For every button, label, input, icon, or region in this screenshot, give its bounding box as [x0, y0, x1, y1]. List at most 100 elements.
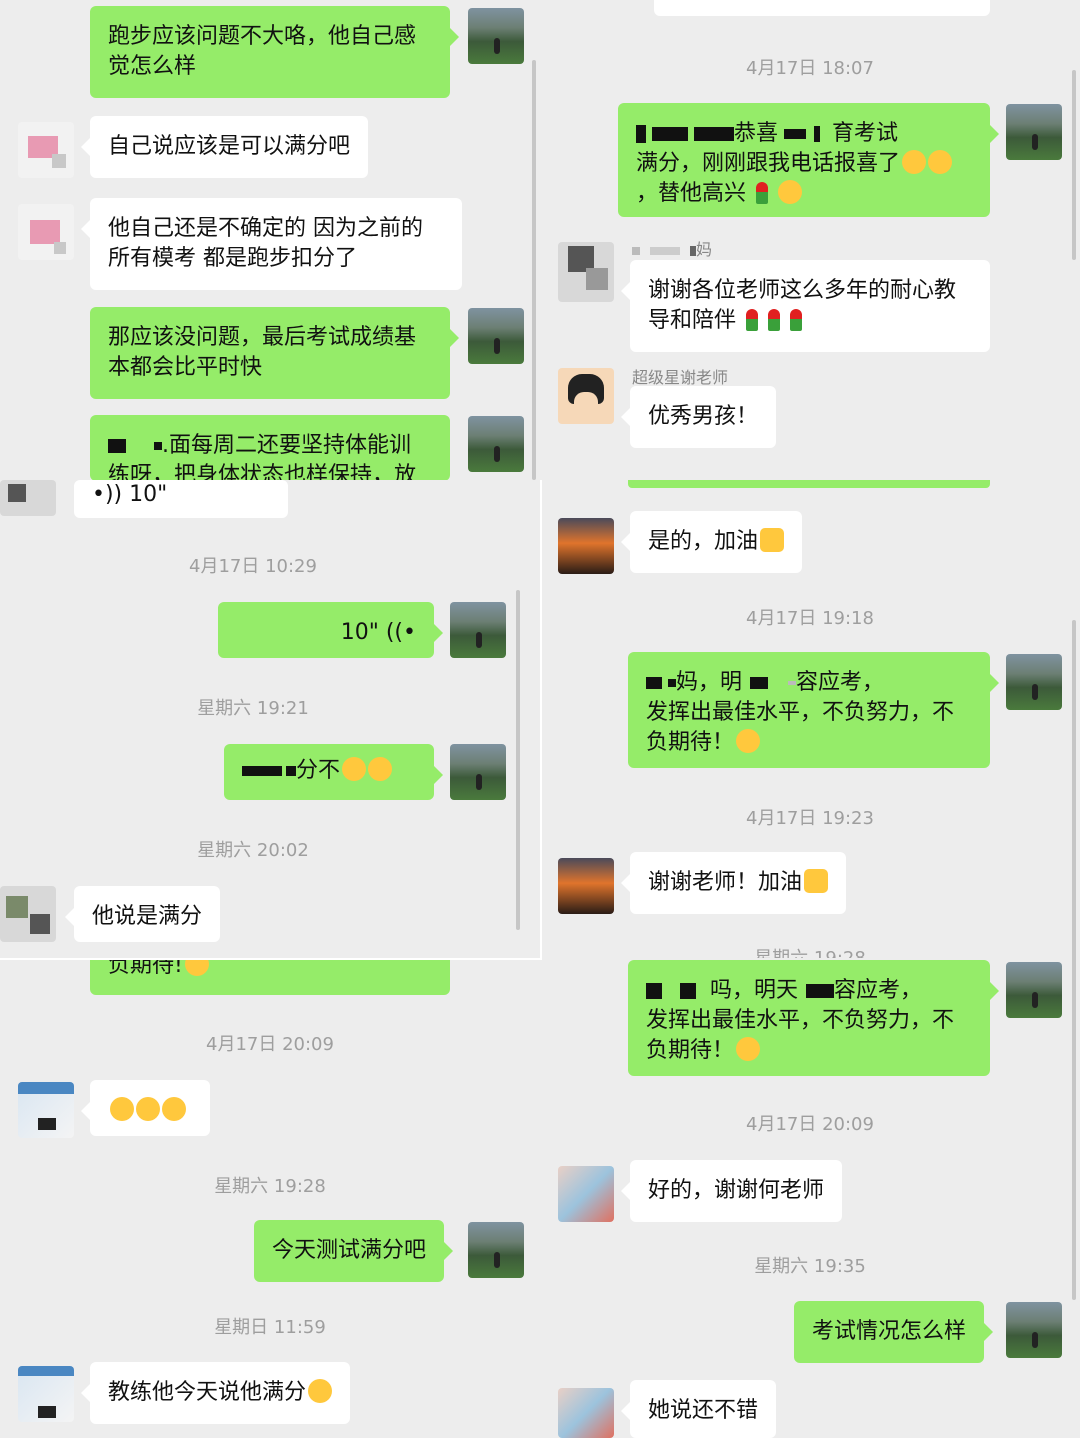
voice-duration: 10" — [129, 482, 168, 507]
avatar-contact[interactable] — [558, 242, 614, 302]
message-bubble[interactable]: 分不 — [224, 744, 443, 800]
message-bubble[interactable]: 吗，明天 容应考， 发挥出最佳水平，不负努力，不负期待！ — [628, 960, 999, 1076]
emoji-icon — [342, 757, 367, 781]
avatar-contact[interactable] — [558, 858, 614, 914]
avatar-self[interactable] — [1006, 1302, 1062, 1358]
message-text: 她说还不错 — [648, 1398, 759, 1423]
redaction-block — [680, 983, 696, 999]
message-bubble[interactable] — [81, 1080, 210, 1136]
message-bubble[interactable]: 是的，加油 — [620, 511, 803, 573]
message-text: 考试情况怎么样 — [812, 1319, 967, 1344]
message-bubble[interactable]: 好的，谢谢何老师 — [620, 1160, 843, 1222]
message-text: 分不 — [296, 758, 341, 783]
redaction-block — [806, 984, 835, 998]
message-bubble[interactable]: 谢谢各位老师这么多年的耐心教导和陪伴 — [621, 260, 990, 352]
avatar-contact[interactable] — [0, 886, 56, 942]
message-bubble[interactable]: 跑步应该问题不大咯，他自己感觉怎么样 — [90, 6, 459, 98]
sender-name: 超级星谢老师 — [632, 368, 729, 387]
emoji-icon — [110, 1097, 134, 1121]
avatar-contact[interactable] — [18, 122, 74, 178]
redaction-block — [694, 127, 734, 141]
avatar-contact[interactable] — [18, 204, 74, 260]
timestamp: 4月17日 20:09 — [746, 1114, 874, 1135]
message-bubble[interactable]: 妈，明 容应考， 发挥出最佳水平，不负努力，不负期待！ — [628, 652, 999, 768]
emoji-icon — [902, 150, 927, 174]
message-bubble[interactable]: 她说还不错 — [620, 1380, 777, 1438]
message-text: 跑步应该问题不大咯，他自己感觉怎么样 — [108, 24, 417, 79]
redaction-block — [650, 246, 680, 255]
avatar-self[interactable] — [1006, 962, 1062, 1018]
message-bubble-partial — [654, 0, 990, 16]
avatar-self[interactable] — [450, 744, 506, 800]
voice-message[interactable]: 10" ((• — [218, 602, 443, 658]
message-bubble[interactable]: 优秀男孩！ — [620, 386, 777, 448]
timestamp: 4月17日 19:18 — [746, 608, 874, 629]
message-bubble[interactable]: 教练他今天说他满分 — [80, 1362, 351, 1424]
message-bubble[interactable]: 他自己还是不确定的 因为之前的所有模考 都是跑步扣分了 — [81, 198, 462, 290]
message-text: 容应考， — [796, 670, 885, 695]
timestamp: 4月17日 18:07 — [746, 58, 874, 79]
avatar-self[interactable] — [1006, 104, 1062, 160]
emoji-icon — [162, 1097, 186, 1121]
rose-icon — [756, 182, 769, 204]
timestamp: 星期六 19:35 — [754, 1256, 866, 1277]
scrollbar[interactable] — [1072, 70, 1076, 260]
emoji-icon — [928, 150, 953, 174]
message-text: 今天测试满分吧 — [272, 1238, 427, 1263]
avatar-contact[interactable] — [18, 1082, 74, 1138]
redaction-block — [668, 679, 676, 687]
rose-icon — [746, 309, 759, 331]
emoji-icon — [308, 1379, 333, 1403]
redaction-block — [242, 766, 282, 776]
fist-icon — [804, 869, 829, 893]
avatar-contact[interactable] — [18, 1366, 74, 1422]
avatar-self[interactable] — [468, 1222, 524, 1278]
divider — [628, 480, 990, 488]
sound-wave-icon: •)) — [92, 482, 123, 507]
message-text: 是的，加油 — [648, 529, 759, 554]
timestamp: 星期六 19:28 — [214, 1176, 326, 1197]
avatar-self[interactable] — [468, 308, 524, 364]
scrollbar[interactable] — [516, 590, 520, 930]
avatar-contact[interactable] — [558, 518, 614, 574]
scrollbar[interactable] — [532, 60, 536, 480]
redaction-block — [814, 126, 821, 142]
message-text: 吗，明天 — [710, 978, 799, 1003]
emoji-icon — [736, 729, 761, 753]
avatar-self[interactable] — [468, 416, 524, 472]
message-bubble[interactable]: 谢谢老师！加油 — [620, 852, 847, 914]
message-bubble[interactable]: 今天测试满分吧 — [254, 1220, 454, 1282]
message-bubble[interactable]: 他说是满分 — [64, 886, 221, 942]
avatar-self[interactable] — [468, 8, 524, 64]
redaction-block — [788, 681, 797, 685]
message-bubble[interactable]: 考试情况怎么样 — [794, 1301, 994, 1363]
message-bubble[interactable]: .面每周二还要坚持体能训练呀，把身体状态也样保持，放 — [90, 415, 450, 481]
redaction-block — [750, 677, 769, 689]
message-text: 满分，刚刚跟我电话报喜了 — [636, 151, 901, 176]
avatar-self[interactable] — [450, 602, 506, 658]
message-text: 他说是满分 — [92, 904, 203, 929]
avatar-self[interactable] — [1006, 654, 1062, 710]
emoji-icon — [136, 1097, 160, 1121]
timestamp: 4月17日 20:09 — [206, 1034, 334, 1055]
scrollbar[interactable] — [1072, 620, 1076, 1300]
redaction-block — [286, 766, 296, 776]
avatar-contact[interactable] — [558, 1166, 614, 1222]
redaction-block — [154, 442, 162, 450]
avatar-contact[interactable] — [558, 368, 614, 424]
fist-icon — [760, 528, 785, 552]
voice-message[interactable]: •)) 10" — [74, 480, 288, 518]
message-bubble[interactable]: 那应该没问题，最后考试成绩基本都会比平时快 — [90, 307, 459, 399]
rose-icon — [768, 309, 781, 331]
avatar-contact[interactable] — [0, 480, 56, 516]
timestamp: 星期六 19:21 — [197, 698, 309, 719]
message-text: 自己说应该是可以满分吧 — [108, 134, 351, 159]
message-bubble[interactable]: 恭喜 育考试 满分，刚刚跟我电话报喜了 ，替他高兴 — [618, 103, 999, 217]
message-bubble[interactable]: 自己说应该是可以满分吧 — [80, 116, 369, 178]
message-text: 优秀男孩！ — [648, 404, 759, 429]
message-text: 好的，谢谢何老师 — [648, 1178, 825, 1203]
timestamp: 星期六 20:02 — [197, 840, 309, 861]
sender-name: 妈 — [632, 236, 712, 260]
message-text: 妈，明 — [676, 670, 743, 695]
avatar-contact[interactable] — [558, 1388, 614, 1438]
